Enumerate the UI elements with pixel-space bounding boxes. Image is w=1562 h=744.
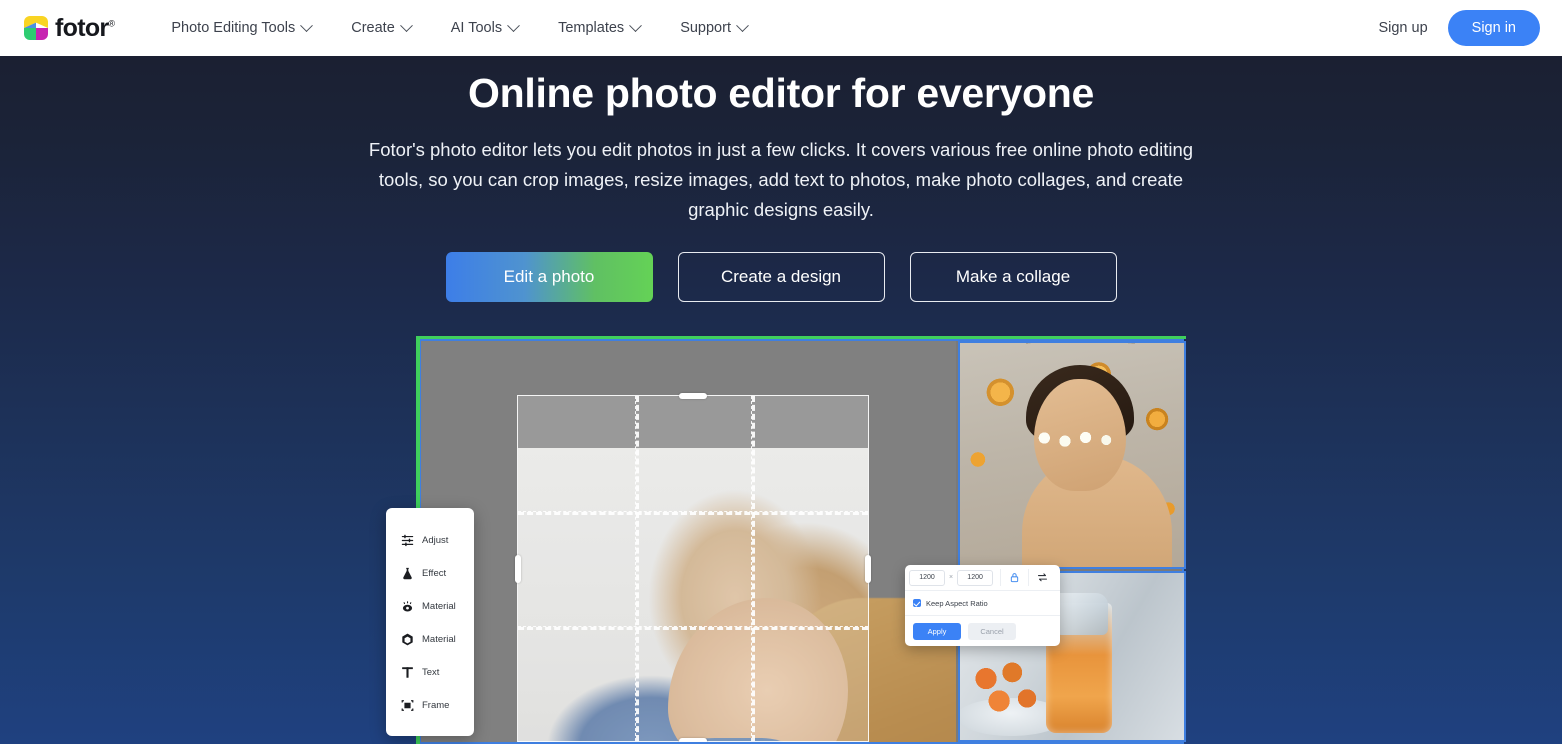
tool-label: Adjust	[422, 535, 449, 546]
header-actions: Sign up Sign in	[1368, 10, 1540, 46]
nav-label: Support	[680, 20, 731, 36]
crop-guide-vertical	[751, 396, 756, 741]
registered-mark: ®	[108, 18, 115, 29]
frame-icon	[400, 699, 414, 713]
cancel-button[interactable]: Cancel	[968, 622, 1016, 640]
accent-edge-top	[416, 336, 1186, 339]
keep-aspect-ratio-row[interactable]: Keep Aspect Ratio	[905, 591, 1060, 616]
keep-aspect-ratio-checkbox[interactable]	[913, 599, 921, 607]
dimension-separator: ×	[949, 574, 954, 581]
logo-text: fotor®	[55, 13, 115, 42]
tool-text[interactable]: Text	[386, 656, 474, 689]
divider	[1000, 569, 1002, 586]
divider	[1028, 569, 1030, 586]
resize-dialog: 1200 × 1200 Keep Aspect Ratio Apply Canc…	[905, 565, 1060, 646]
crop-guide-vertical	[634, 396, 639, 741]
nav-item-photo-editing-tools[interactable]: Photo Editing Tools	[171, 18, 314, 36]
tool-label: Material	[422, 634, 456, 645]
sign-up-link[interactable]: Sign up	[1368, 14, 1437, 42]
crop-guide-horizontal	[518, 625, 868, 630]
fotor-logo-icon	[24, 16, 48, 40]
editor-preview-mockup	[416, 336, 1186, 744]
resize-actions-row: Apply Cancel	[905, 616, 1060, 646]
chevron-down-icon	[629, 18, 643, 32]
crop-handle-left[interactable]	[515, 554, 521, 583]
magic-flask-icon	[400, 567, 414, 581]
crop-handle-bottom[interactable]	[679, 738, 707, 742]
crop-selection-box[interactable]	[515, 393, 871, 742]
crop-guide-horizontal	[518, 510, 868, 515]
text-t-icon	[400, 666, 414, 680]
main-nav: Photo Editing Tools Create AI Tools Temp…	[171, 0, 787, 56]
editor-canvas[interactable]	[421, 341, 956, 742]
crop-handle-right[interactable]	[865, 554, 871, 583]
lock-icon[interactable]	[1008, 571, 1021, 584]
resize-width-input[interactable]: 1200	[909, 569, 945, 586]
site-header: fotor® Photo Editing Tools Create AI Too…	[0, 0, 1562, 56]
drink-ice	[1052, 593, 1108, 635]
sliders-icon	[400, 534, 414, 548]
tool-material-hex[interactable]: Material	[386, 623, 474, 656]
tool-frame[interactable]: Frame	[386, 689, 474, 722]
page-title: Online photo editor for everyone	[468, 70, 1094, 116]
apricots	[968, 660, 1050, 722]
nav-item-ai-tools[interactable]: AI Tools	[450, 18, 520, 36]
chevron-down-icon	[399, 18, 413, 32]
eye-sparkle-icon	[400, 600, 414, 614]
daisy-mask	[1034, 425, 1120, 451]
make-a-collage-button[interactable]: Make a collage	[909, 252, 1117, 302]
chevron-down-icon	[736, 18, 749, 32]
nav-label: Photo Editing Tools	[171, 20, 296, 36]
sign-in-button[interactable]: Sign in	[1447, 10, 1540, 46]
tool-label: Material	[422, 601, 456, 612]
nav-item-support[interactable]: Support	[680, 18, 749, 36]
crop-handle-top[interactable]	[679, 393, 707, 399]
tool-label: Text	[422, 667, 440, 678]
cta-button-row: Edit a photo Create a design Make a coll…	[0, 252, 1562, 302]
logo[interactable]: fotor®	[24, 12, 115, 44]
nav-item-templates[interactable]: Templates	[558, 18, 643, 36]
apply-button[interactable]: Apply	[913, 622, 961, 640]
chevron-down-icon	[507, 18, 520, 32]
hero-section: Online photo editor for everyone Fotor's…	[0, 56, 1562, 744]
tool-effect[interactable]: Effect	[386, 557, 474, 590]
edit-a-photo-button[interactable]: Edit a photo	[445, 252, 653, 302]
photo-woman-sunflowers[interactable]	[958, 341, 1186, 569]
hexagon-icon	[400, 633, 414, 647]
resize-dimensions-row: 1200 × 1200	[905, 565, 1060, 591]
tool-label: Effect	[422, 568, 447, 579]
nav-label: AI Tools	[450, 20, 503, 36]
hero-subtitle: Fotor's photo editor lets you edit photo…	[368, 139, 1194, 220]
nav-label: Templates	[558, 20, 625, 36]
logo-word: fotor	[55, 13, 109, 42]
tool-adjust[interactable]: Adjust	[386, 524, 474, 557]
swap-arrows-icon[interactable]	[1036, 571, 1049, 584]
nav-item-create[interactable]: Create	[351, 18, 413, 36]
chevron-down-icon	[300, 18, 314, 32]
resize-height-input[interactable]: 1200	[957, 569, 994, 586]
create-a-design-button[interactable]: Create a design	[677, 252, 885, 302]
tool-label: Frame	[422, 700, 450, 711]
nav-label: Create	[351, 20, 395, 36]
editor-tools-panel: Adjust Effect Material Material Text Fra…	[386, 508, 474, 736]
keep-aspect-ratio-label: Keep Aspect Ratio	[926, 598, 988, 608]
tool-material-eye[interactable]: Material	[386, 590, 474, 623]
